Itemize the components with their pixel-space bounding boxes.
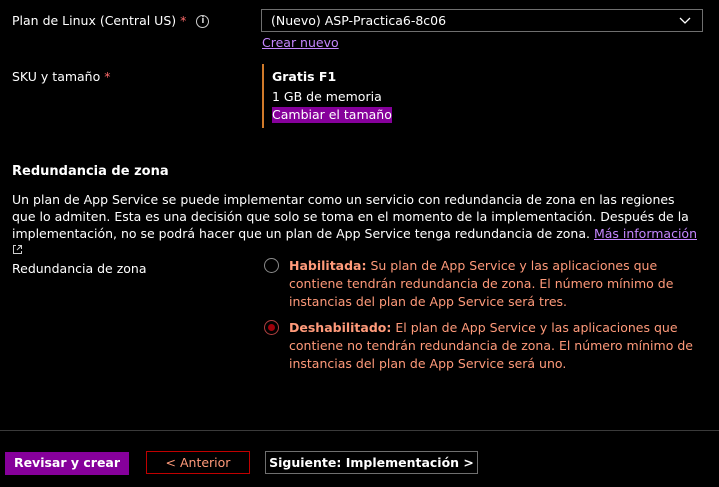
option-enabled-title: Habilitada: — [289, 258, 367, 273]
review-create-button[interactable]: Revisar y crear — [5, 452, 129, 475]
sku-selection: Gratis F1 1 GB de memoria Cambiar el tam… — [262, 64, 392, 128]
sku-tier: Gratis F1 — [272, 69, 337, 84]
required-mark: * — [180, 13, 187, 28]
radio-disabled[interactable] — [264, 320, 279, 335]
option-disabled: Deshabilitado: El plan de App Service y … — [289, 319, 704, 373]
sku-memory: 1 GB de memoria — [272, 89, 382, 104]
chevron-down-icon — [678, 13, 692, 30]
previous-button[interactable]: < Anterior — [146, 451, 250, 474]
plan-label: Plan de Linux (Central US) * i — [12, 13, 210, 28]
info-icon[interactable]: i — [196, 15, 210, 28]
external-link-icon — [12, 243, 23, 258]
zone-description-text: Un plan de App Service se puede implemen… — [12, 192, 689, 241]
footer-divider — [0, 430, 719, 431]
zone-field-label: Redundancia de zona — [12, 261, 147, 276]
plan-label-text: Plan de Linux (Central US) — [12, 13, 177, 28]
more-info-link[interactable]: Más información — [594, 226, 697, 241]
change-size-link[interactable]: Cambiar el tamaño — [272, 107, 392, 123]
section-title: Redundancia de zona — [12, 164, 169, 179]
option-disabled-title: Deshabilitado: — [289, 320, 392, 335]
plan-select-value: (Nuevo) ASP-Practica6-8c06 — [271, 13, 447, 28]
create-new-link[interactable]: Crear nuevo — [262, 35, 339, 50]
next-button[interactable]: Siguiente: Implementación > — [265, 451, 478, 474]
sku-label-text: SKU y tamaño — [12, 69, 101, 84]
radio-enabled[interactable] — [264, 258, 279, 273]
zone-description: Un plan de App Service se puede implemen… — [12, 191, 702, 259]
option-enabled: Habilitada: Su plan de App Service y las… — [289, 257, 704, 311]
required-mark: * — [104, 69, 111, 84]
plan-select[interactable]: (Nuevo) ASP-Practica6-8c06 — [261, 9, 703, 32]
sku-label: SKU y tamaño * — [12, 69, 111, 84]
